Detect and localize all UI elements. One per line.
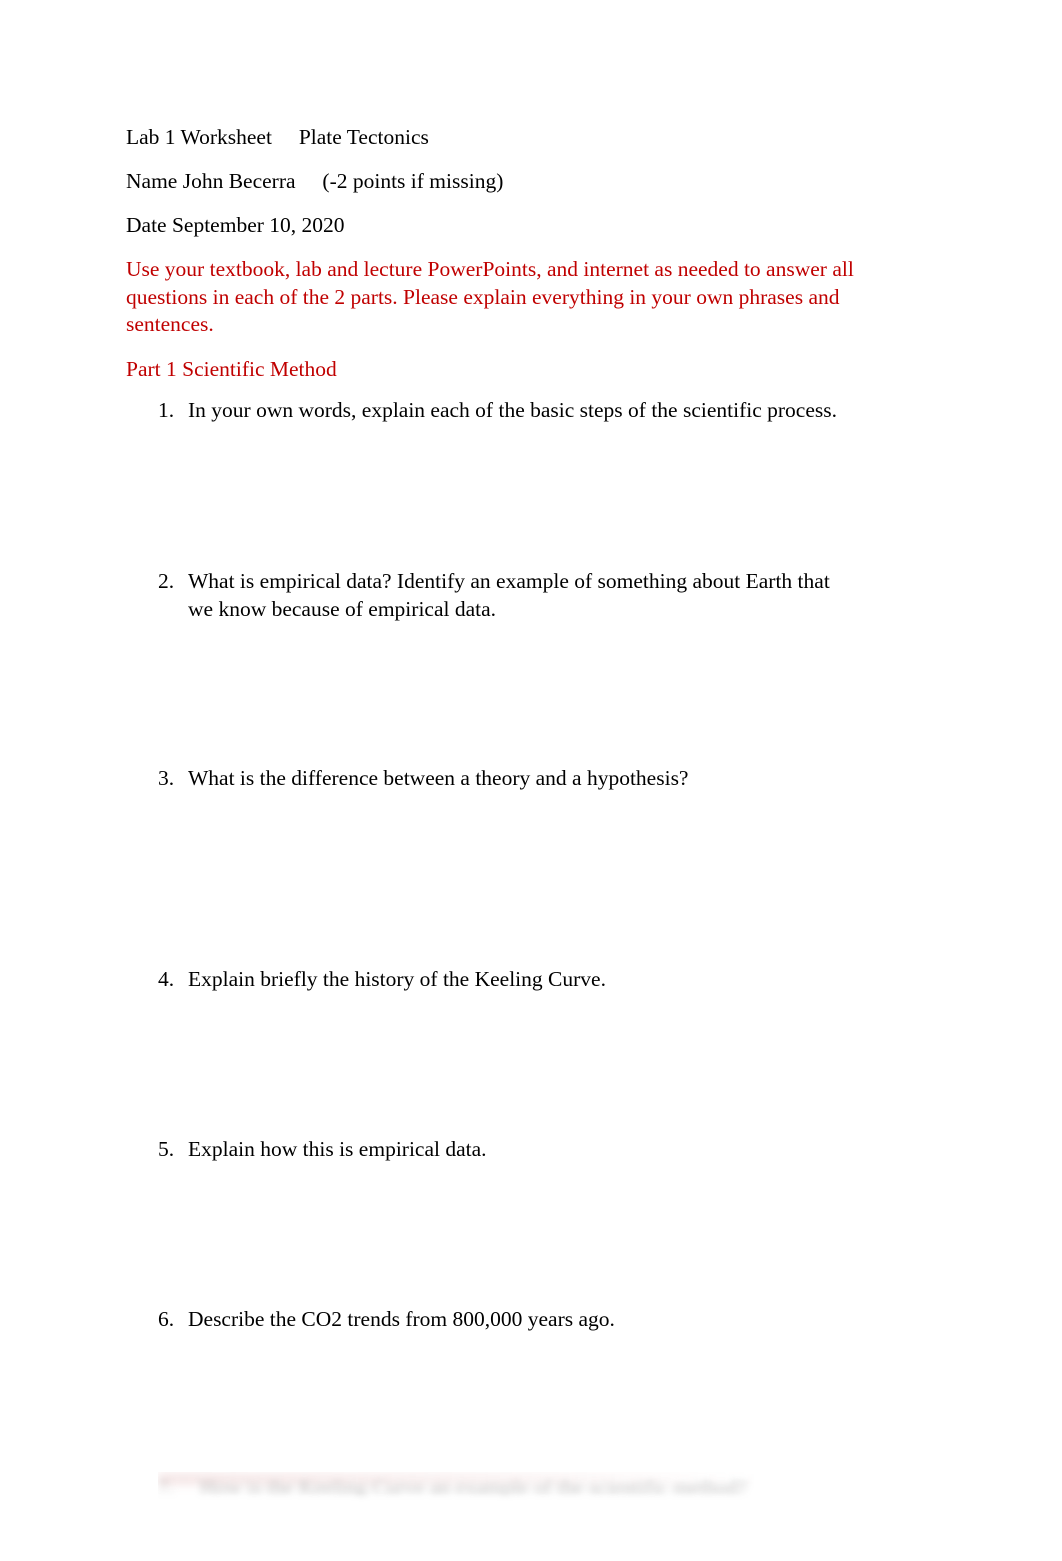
question-text: What is empirical data? Identify an exam… — [188, 569, 830, 621]
document-body: Lab 1 Worksheet Plate Tectonics Name Joh… — [126, 124, 854, 1333]
header-line-date: Date September 10, 2020 — [126, 213, 345, 237]
question-text: In your own words, explain each of the b… — [188, 397, 837, 422]
document-page: Lab 1 Worksheet Plate Tectonics Name Joh… — [0, 0, 1062, 1561]
question-text: Describe the CO2 trends from 800,000 yea… — [188, 1306, 615, 1331]
header-line-name: Name John Becerra (-2 points if missing) — [126, 169, 504, 193]
question-item: Explain briefly the history of the Keeli… — [126, 966, 854, 994]
question-list: In your own words, explain each of the b… — [126, 397, 854, 1334]
question-item: Describe the CO2 trends from 800,000 yea… — [126, 1306, 854, 1334]
question-text: Explain briefly the history of the Keeli… — [188, 966, 606, 991]
question-item: Explain how this is empirical data. — [126, 1136, 854, 1164]
question-item: In your own words, explain each of the b… — [126, 397, 854, 425]
question-text: What is the difference between a theory … — [188, 766, 689, 790]
obscured-question-line: 7. How is the Keeling Curve an example of… — [158, 1472, 778, 1502]
instructions-paragraph: Use your textbook, lab and lecture Power… — [126, 257, 854, 336]
obscured-question-number: 7. — [158, 1475, 175, 1499]
obscured-question-text: How is the Keeling Curve an example of t… — [200, 1475, 748, 1499]
question-item: What is empirical data? Identify an exam… — [126, 568, 854, 623]
header-line-title: Lab 1 Worksheet Plate Tectonics — [126, 125, 429, 149]
question-item: What is the difference between a theory … — [126, 765, 854, 793]
part-1-heading: Part 1 Scientific Method — [126, 356, 337, 381]
obscured-question-row: 7. How is the Keeling Curve an example of… — [158, 1472, 778, 1506]
question-text: Explain how this is empirical data. — [188, 1137, 487, 1161]
